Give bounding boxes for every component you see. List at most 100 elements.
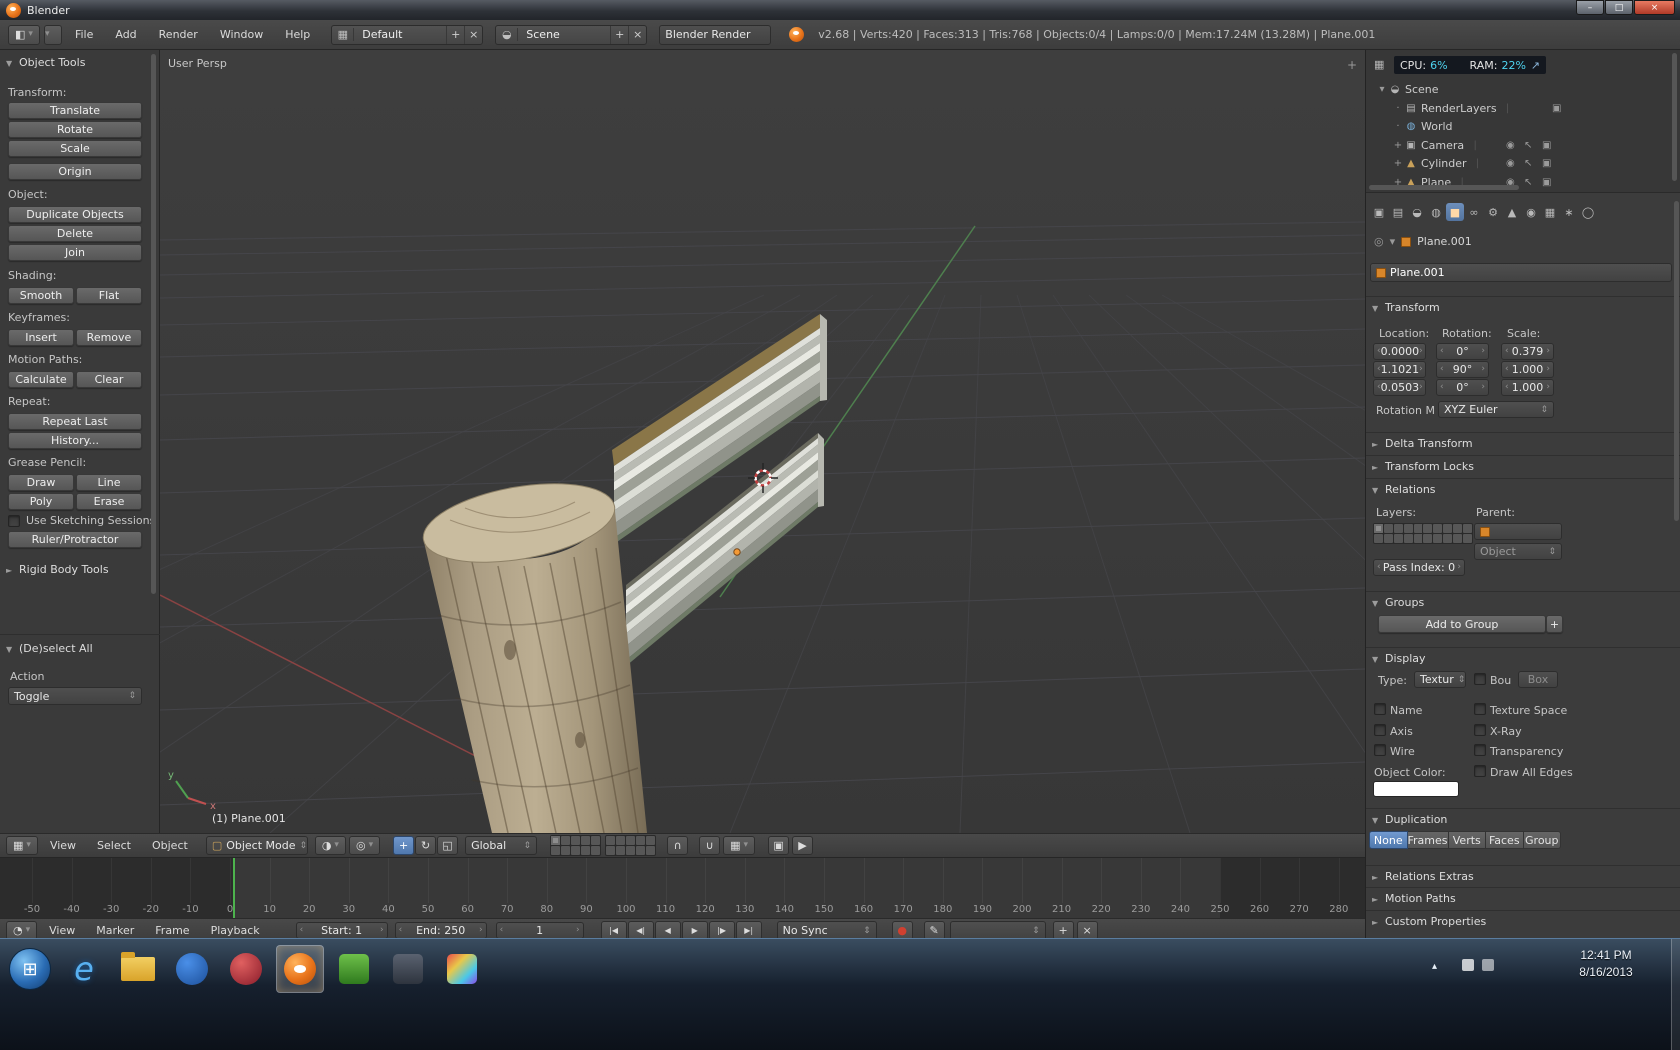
menu-playback[interactable]: Playback [202, 924, 269, 937]
layer-toggle[interactable] [1374, 534, 1383, 543]
duplicate-objects-button[interactable]: Duplicate Objects [8, 206, 142, 223]
object-color-swatch[interactable] [1373, 781, 1459, 797]
current-frame-field[interactable]: ‹ 1 › [495, 922, 584, 939]
wood-post-object[interactable] [417, 471, 647, 833]
layer-toggle[interactable] [581, 846, 591, 855]
menu-render[interactable]: Render [150, 28, 207, 41]
layer-toggle[interactable] [1453, 534, 1462, 543]
taskbar-icon-file-explorer[interactable] [114, 945, 162, 993]
history-button[interactable]: History... [8, 432, 142, 449]
bounds-checkbox[interactable] [1474, 673, 1486, 685]
rotate-button[interactable]: Rotate [8, 121, 142, 138]
bounds-type-button[interactable]: Box [1518, 671, 1558, 688]
panel-custom-properties-header[interactable]: ► Custom Properties [1366, 910, 1680, 928]
remove-keyframe-button[interactable]: Remove [76, 329, 142, 346]
lock-icon[interactable]: ∩ [667, 836, 689, 855]
taskbar-icon-dark-app[interactable] [384, 945, 432, 993]
increment-icon[interactable]: › [1419, 383, 1423, 392]
layer-toggle[interactable] [1423, 534, 1432, 543]
layer-toggle[interactable] [1443, 534, 1452, 543]
layer-toggle[interactable] [571, 846, 581, 855]
decrement-icon[interactable]: ‹ [500, 926, 504, 935]
delete-layout-button[interactable]: × [464, 25, 482, 44]
screen-layout-selector[interactable]: ▦ Default + × [331, 24, 484, 45]
layer-toggle[interactable] [1433, 524, 1442, 533]
dup-none-button[interactable]: None [1369, 831, 1408, 849]
end-frame-field[interactable]: ‹ End: 250 › [394, 922, 487, 939]
expand-icon[interactable]: + [1392, 158, 1404, 169]
outliner-editor-icon[interactable]: ▦ [1374, 58, 1384, 71]
window-titlebar[interactable]: Blender – □ × [0, 0, 1680, 20]
breadcrumb-object[interactable]: Plane.001 [1417, 235, 1472, 248]
tray-chevron-icon[interactable]: ▴ [1432, 961, 1437, 972]
origin-button[interactable]: Origin [8, 163, 142, 180]
taskbar-icon-internet-explorer[interactable]: e [60, 945, 108, 993]
tab-physics[interactable]: ◯ [1579, 203, 1597, 221]
taskbar-icon-media-app[interactable] [168, 945, 216, 993]
increment-icon[interactable]: › [479, 926, 483, 935]
rotation-x-field[interactable]: ‹ 0° › [1436, 343, 1489, 360]
texture-space-checkbox[interactable] [1474, 703, 1486, 715]
opengl-render-icon[interactable]: ▣ [768, 836, 790, 855]
name-checkbox[interactable] [1374, 703, 1386, 715]
outliner-item-cylinder[interactable]: + ▲ Cylinder | ◉ ↖ ▣ [1366, 155, 1666, 172]
draw-all-edges-checkbox[interactable] [1474, 765, 1486, 777]
menu-view[interactable]: View [40, 924, 84, 937]
dup-verts-button[interactable]: Verts [1448, 831, 1487, 849]
tab-constraints[interactable]: ∞ [1465, 203, 1483, 221]
object-name-field[interactable]: Plane.001 [1370, 263, 1672, 282]
manipulator-rotate-icon[interactable]: ↻ [415, 836, 437, 855]
action-select[interactable]: Toggle ⇕ [8, 687, 142, 705]
current-frame-indicator[interactable] [233, 858, 235, 918]
panel-relations-extras-header[interactable]: ► Relations Extras [1366, 865, 1680, 883]
expand-icon[interactable]: ▾ [1376, 84, 1388, 95]
layer-toggle[interactable] [636, 846, 646, 855]
decrement-icon[interactable]: ‹ [1440, 347, 1444, 356]
increment-icon[interactable]: › [1481, 365, 1485, 374]
menu-select[interactable]: Select [88, 839, 140, 852]
menu-window[interactable]: Window [211, 28, 272, 41]
outliner-item-renderlayers[interactable]: · ▤ RenderLayers | ▣ [1366, 100, 1666, 117]
outliner-vscrollbar[interactable] [1672, 53, 1677, 181]
increment-icon[interactable]: › [1546, 347, 1550, 356]
delete-scene-button[interactable]: × [628, 25, 646, 44]
layer-toggle[interactable] [1423, 524, 1432, 533]
selectability-toggle-icon[interactable]: ↖ [1524, 158, 1532, 169]
tab-texture[interactable]: ▦ [1541, 203, 1559, 221]
properties-scrollbar[interactable] [1674, 201, 1679, 521]
editor-type-button[interactable]: ◧ ▾ [8, 24, 40, 45]
outliner-item-world[interactable]: · ◍ World [1366, 118, 1666, 135]
gp-draw-button[interactable]: Draw [8, 474, 74, 491]
panel-transform-locks-header[interactable]: ► Transform Locks [1366, 455, 1680, 473]
transparency-checkbox[interactable] [1474, 744, 1486, 756]
render-toggle-icon[interactable]: ▣ [1552, 103, 1561, 114]
mode-select[interactable]: ▢ Object Mode ⇕ [205, 836, 308, 855]
layer-toggle[interactable] [606, 846, 616, 855]
taskbar-icon-green-app[interactable] [330, 945, 378, 993]
insert-keyframe-button[interactable]: Insert [8, 329, 74, 346]
layer-toggle[interactable] [551, 836, 561, 845]
layer-toggle[interactable] [646, 836, 656, 845]
join-button[interactable]: Join [8, 244, 142, 261]
layer-toggle[interactable] [1394, 524, 1403, 533]
add-scene-button[interactable]: + [610, 25, 628, 44]
panel-groups-header[interactable]: ▼ Groups [1366, 591, 1680, 609]
layer-toggle[interactable] [1443, 524, 1452, 533]
panel-duplication-header[interactable]: ▼ Duplication [1366, 808, 1680, 826]
snap-element-select[interactable]: ▦ ▾ [723, 836, 756, 855]
menu-view[interactable]: View [41, 839, 85, 852]
decrement-icon[interactable]: ‹ [1505, 383, 1509, 392]
panel-display-header[interactable]: ▼ Display [1366, 647, 1680, 665]
decrement-icon[interactable]: ‹ [1440, 365, 1444, 374]
snap-magnet-icon[interactable]: ∪ [699, 836, 721, 855]
taskbar-icon-blender[interactable] [276, 945, 324, 993]
panel-relations-header[interactable]: ▼ Relations [1366, 478, 1680, 496]
layer-toggle[interactable] [616, 836, 626, 845]
tab-scene[interactable]: ◒ [1408, 203, 1426, 221]
increment-icon[interactable]: › [380, 926, 384, 935]
show-desktop-button[interactable] [1671, 939, 1680, 1050]
selectability-toggle-icon[interactable]: ↖ [1524, 177, 1532, 188]
tab-particles[interactable]: ∗ [1560, 203, 1578, 221]
tray-icon-2[interactable] [1482, 959, 1494, 971]
panel-transform-header[interactable]: ▼ Transform [1366, 296, 1680, 314]
